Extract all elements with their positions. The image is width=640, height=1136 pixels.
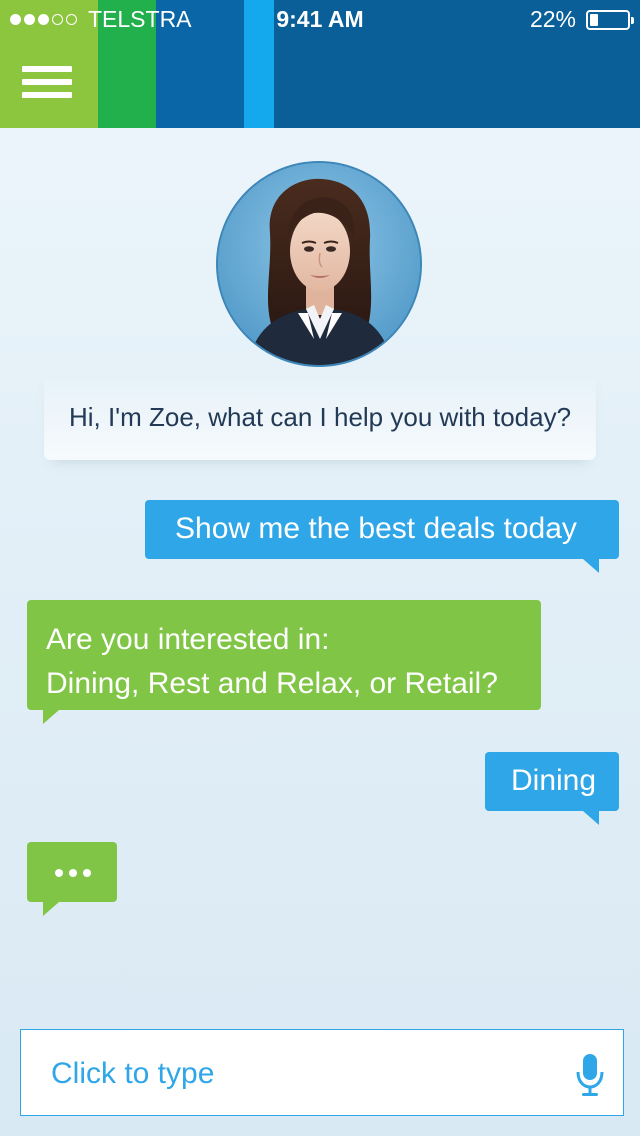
bubble-tail — [43, 710, 59, 724]
typing-dot — [69, 869, 77, 877]
bubble-tail — [43, 902, 59, 916]
bubble-tail — [583, 811, 599, 825]
assistant-greeting: Hi, I'm Zoe, what can I help you with to… — [68, 402, 572, 432]
menu-line — [22, 66, 72, 72]
menu-line — [22, 79, 72, 85]
assistant-message-bubble: Are you interested in: Dining, Rest and … — [27, 600, 541, 724]
app-header: TELSTRA 9:41 AM 22% — [0, 0, 640, 128]
assistant-portrait — [218, 163, 420, 365]
message-input-bar — [20, 1029, 624, 1116]
battery-percent: 22% — [529, 6, 576, 32]
assistant-avatar — [216, 161, 422, 367]
message-text: Dining — [511, 764, 597, 797]
typing-dot — [55, 869, 63, 877]
hamburger-menu-icon[interactable] — [22, 66, 72, 102]
message-text: Show me the best deals today — [175, 512, 577, 545]
assistant-typing-indicator — [27, 842, 117, 916]
message-input[interactable] — [49, 1048, 553, 1100]
message-text-line: Dining, Rest and Relax, or Retail? — [46, 667, 498, 700]
user-message-bubble: Dining — [485, 752, 619, 825]
battery-level-fill — [590, 13, 598, 26]
typing-dot — [83, 869, 91, 877]
typing-dots-icon — [55, 869, 97, 877]
microphone-glyph — [576, 1054, 604, 1096]
battery-icon — [586, 9, 634, 30]
bubble-tail — [583, 559, 599, 573]
battery-status: 22% — [529, 6, 634, 33]
user-message-bubble: Show me the best deals today — [145, 500, 619, 573]
microphone-icon[interactable] — [575, 1052, 605, 1098]
menu-line — [22, 92, 72, 98]
message-text-line: Are you interested in: — [46, 623, 330, 656]
status-bar: TELSTRA 9:41 AM 22% — [0, 0, 640, 40]
